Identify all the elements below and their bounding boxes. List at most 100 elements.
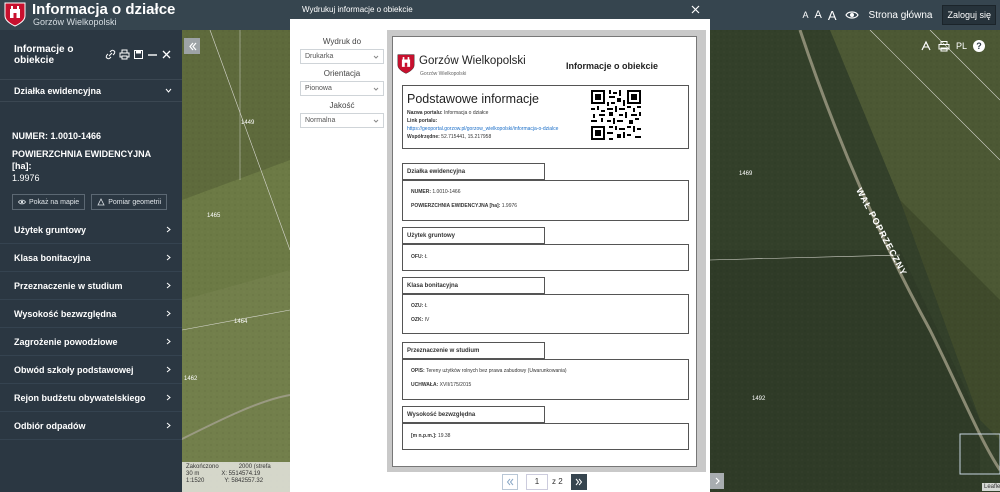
menu-item-study-purpose[interactable]: Przeznaczenie w studium [0, 272, 182, 300]
show-on-map-label: Pokaż na mapie [29, 198, 80, 206]
doc-section-soil-class-title: Klasa bonitacyjna [402, 277, 545, 294]
panel-header: Informacje o obiekcie [0, 30, 182, 80]
document-crest-logo [397, 54, 415, 74]
portal-name-line: Nazwa portalu: Informacja o działce [407, 110, 488, 116]
save-icon[interactable] [133, 49, 144, 60]
parcel-section-title: Działka ewidencyjna [14, 85, 102, 96]
doc-row-label: [m n.p.m.]: [411, 433, 437, 439]
orientation-value: Pionowa [305, 85, 332, 92]
portal-link[interactable]: https://geoportal.gorzow.pl/gorzow_wielk… [407, 126, 558, 132]
print-dialog-title: Wydrukuj informacje o obiekcie [302, 5, 413, 14]
coord-x: X: 5514574.19 [221, 471, 261, 477]
ruler-icon [97, 198, 105, 206]
quality-select[interactable]: Normalna [300, 113, 384, 128]
font-size-large-button[interactable]: A [828, 8, 837, 23]
scale-status: Zakończono [186, 464, 219, 470]
print-icon[interactable] [119, 49, 130, 60]
menu-item-flood-risk[interactable]: Zagrożenie powodziowe [0, 328, 182, 356]
doc-row-label: OZK: [411, 317, 424, 323]
help-button[interactable]: ? [973, 40, 986, 52]
chevron-right-icon [166, 394, 171, 401]
font-size-medium-button[interactable]: A [815, 9, 822, 21]
doc-row: OZK: IV [411, 317, 429, 323]
doc-row: OZU: Ł [411, 303, 427, 309]
map-attribution[interactable]: Leaflet [982, 483, 1000, 491]
print-dialog: Wydrukuj informacje o obiekcie Wydruk do… [290, 0, 710, 492]
doc-section-study: OPIS: Tereny użytków rolnych bez prawa z… [402, 359, 689, 400]
doc-section-parcel: NUMER: 1.0010-1466 POWIERZCHNIA EWIDENCY… [402, 180, 689, 221]
parcel-section-header[interactable]: Działka ewidencyjna [0, 80, 182, 102]
menu-item-land-use[interactable]: Użytek gruntowy [0, 216, 182, 244]
doc-row-label: OZU: [411, 303, 424, 309]
map-print-icon[interactable] [938, 40, 950, 52]
collapse-sidebar-button[interactable] [184, 38, 200, 54]
doc-row-value: 1.9976 [501, 203, 518, 209]
portal-link-label-text: Link portalu: [407, 118, 438, 124]
doc-row-label: OPIS: [411, 368, 425, 374]
qr-code [591, 90, 641, 140]
next-page-button[interactable] [571, 474, 587, 490]
menu-item-label: Odbiór odpadów [14, 420, 86, 431]
menu-item-label: Przeznaczenie w studium [14, 280, 123, 291]
menu-item-civic-budget[interactable]: Rejon budżetu obywatelskiego [0, 384, 182, 412]
doc-row-value: Tereny użytków rolnych bez prawa zabudow… [425, 368, 567, 374]
login-button[interactable]: Zaloguj się [942, 5, 996, 25]
parcel-info: NUMER: 1.0010-1466 POWIERZCHNIA EWIDENCY… [0, 102, 182, 184]
doc-row-label: UCHWAŁA: [411, 382, 439, 388]
menu-item-waste-collection[interactable]: Odbiór odpadów [0, 412, 182, 440]
print-to-select[interactable]: Drukarka [300, 49, 384, 64]
doc-section-land-use-title: Użytek gruntowy [402, 227, 545, 244]
language-button[interactable]: PL [956, 41, 967, 51]
doc-section-study-title: Przeznaczenie w studium [402, 342, 545, 359]
area-label: POWIERZCHNIA EWIDENCYJNA [ha]: [12, 149, 151, 171]
map-next-button[interactable] [710, 473, 724, 489]
parcel-label-1492: 1492 [752, 396, 766, 402]
contrast-eye-icon[interactable] [844, 8, 859, 22]
area-value: 1.9976 [12, 173, 40, 183]
coords-value: 52.715441, 15.217958 [441, 134, 492, 140]
doc-section-elevation-title: Wysokość bezwzględna [402, 406, 545, 423]
number-label: NUMER: [12, 131, 48, 141]
menu-item-label: Wysokość bezwzględna [14, 308, 117, 319]
home-link[interactable]: Strona główna [869, 10, 933, 21]
coords-label: Współrzędne: [407, 134, 440, 140]
portal-name-value: Informacja o działce [443, 110, 489, 116]
measure-geometry-label: Pomiar geometrii [108, 198, 162, 206]
page-number-input[interactable]: 1 [526, 474, 548, 490]
orientation-select[interactable]: Pionowa [300, 81, 384, 96]
menu-item-label: Obwód szkoły podstawowej [14, 364, 134, 375]
header-actions: A A A Strona główna Zaloguj się [803, 0, 1000, 30]
show-on-map-button[interactable]: Pokaż na mapie [12, 194, 86, 210]
chevron-right-icon [166, 366, 171, 373]
measure-icon[interactable] [920, 40, 932, 52]
print-preview[interactable]: Gorzów Wielkopolski Gorzów Wielkopolski … [387, 30, 706, 472]
chevron-down-icon [373, 87, 379, 91]
preview-page: Gorzów Wielkopolski Gorzów Wielkopolski … [392, 36, 697, 467]
page-total: z 2 [552, 477, 563, 486]
portal-name-label: Nazwa portalu: [407, 110, 443, 116]
link-icon[interactable] [105, 49, 116, 60]
portal-link-label: Link portalu: [407, 118, 437, 124]
map-toolbar: PL ? [920, 40, 986, 52]
doc-row-label: NUMER: [411, 189, 431, 195]
doc-row: OFU: Ł [411, 254, 427, 260]
measure-geometry-button[interactable]: Pomiar geometrii [91, 194, 168, 210]
chevron-down-icon [373, 119, 379, 123]
chevron-down-icon [165, 88, 172, 93]
dialog-close-icon[interactable] [691, 5, 700, 14]
doc-section-elevation: [m n.p.m.]: 19.38 [402, 423, 689, 450]
sidebar-panel: Informacje o obiekcie Działka ewidencyjn… [0, 30, 182, 492]
minimize-icon[interactable] [147, 49, 158, 60]
city-crest-logo[interactable] [4, 2, 26, 27]
menu-item-soil-class[interactable]: Klasa bonitacyjna [0, 244, 182, 272]
doc-row: NUMER: 1.0010-1466 [411, 189, 460, 195]
menu-item-elevation[interactable]: Wysokość bezwzględna [0, 300, 182, 328]
font-size-small-button[interactable]: A [803, 10, 809, 20]
chevron-right-icon [166, 282, 171, 289]
menu-item-school-district[interactable]: Obwód szkoły podstawowej [0, 356, 182, 384]
prev-page-button[interactable] [502, 474, 518, 490]
preview-pager: 1 z 2 [290, 474, 710, 490]
doc-row-label: POWIERZCHNIA EWIDENCYJNA [ha]: [411, 203, 501, 209]
chevron-right-icon [166, 338, 171, 345]
close-icon[interactable] [161, 49, 172, 60]
